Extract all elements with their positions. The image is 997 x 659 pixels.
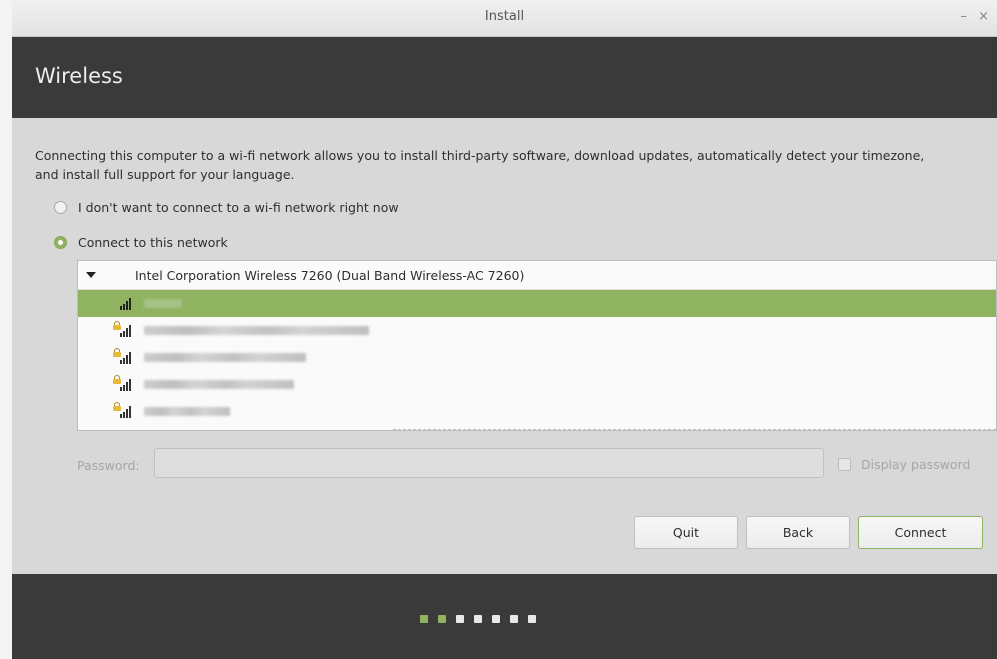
connect-network-option[interactable]: Connect to this network	[54, 235, 228, 250]
network-row[interactable]	[78, 371, 996, 398]
window-title: Install	[484, 9, 525, 24]
quit-button[interactable]: Quit	[634, 516, 738, 549]
progress-dot	[492, 615, 500, 623]
connect-network-label: Connect to this network	[78, 235, 228, 250]
list-divider	[393, 429, 996, 430]
intro-text: Connecting this computer to a wi-fi netw…	[35, 148, 925, 182]
lock-icon	[113, 321, 121, 330]
minimize-button[interactable]: –	[961, 9, 968, 24]
progress-dots	[420, 615, 546, 623]
password-field[interactable]	[154, 448, 824, 478]
progress-dot	[438, 615, 446, 623]
network-row[interactable]	[78, 290, 996, 317]
page-title: Wireless	[35, 64, 123, 88]
page-header: Wireless	[12, 37, 997, 118]
progress-dot	[420, 615, 428, 623]
display-password-option[interactable]: Display password	[838, 457, 970, 472]
adapter-name: Intel Corporation Wireless 7260 (Dual Ba…	[135, 267, 525, 283]
back-button[interactable]: Back	[746, 516, 850, 549]
password-label: Password:	[77, 458, 140, 473]
lock-icon	[113, 402, 121, 411]
connect-button[interactable]: Connect	[858, 516, 983, 549]
progress-dot	[474, 615, 482, 623]
network-name-obscured	[144, 299, 182, 308]
no-wifi-radio[interactable]	[54, 201, 67, 214]
progress-dot	[456, 615, 464, 623]
content-area: Connecting this computer to a wi-fi netw…	[12, 118, 997, 574]
network-row[interactable]	[78, 317, 996, 344]
progress-dot	[528, 615, 536, 623]
connect-network-radio[interactable]	[54, 236, 67, 249]
installer-window: Install – × Wireless Connecting this com…	[12, 0, 997, 659]
network-name-obscured	[144, 326, 369, 335]
display-password-label: Display password	[861, 457, 971, 472]
network-name-obscured	[144, 380, 294, 389]
wifi-signal-icon	[113, 348, 133, 365]
lock-icon	[113, 348, 121, 357]
wifi-signal-icon	[115, 295, 133, 311]
display-password-checkbox[interactable]	[838, 458, 851, 471]
close-button[interactable]: ×	[978, 9, 989, 24]
no-wifi-label: I don't want to connect to a wi-fi netwo…	[78, 200, 399, 215]
wifi-signal-icon	[113, 321, 133, 338]
network-rows	[78, 290, 996, 425]
network-row[interactable]	[78, 398, 996, 425]
no-wifi-option[interactable]: I don't want to connect to a wi-fi netwo…	[54, 200, 399, 215]
title-bar[interactable]: Install – ×	[12, 0, 997, 37]
network-row[interactable]	[78, 344, 996, 371]
adapter-row[interactable]: Intel Corporation Wireless 7260 (Dual Ba…	[78, 261, 996, 290]
wifi-signal-icon	[113, 402, 133, 419]
progress-dot	[510, 615, 518, 623]
lock-icon	[113, 375, 121, 384]
progress-footer	[12, 574, 997, 659]
network-list[interactable]: Intel Corporation Wireless 7260 (Dual Ba…	[77, 260, 997, 431]
wifi-signal-icon	[113, 375, 133, 392]
network-name-obscured	[144, 407, 230, 416]
triangle-down-icon[interactable]	[86, 272, 96, 278]
network-name-obscured	[144, 353, 306, 362]
